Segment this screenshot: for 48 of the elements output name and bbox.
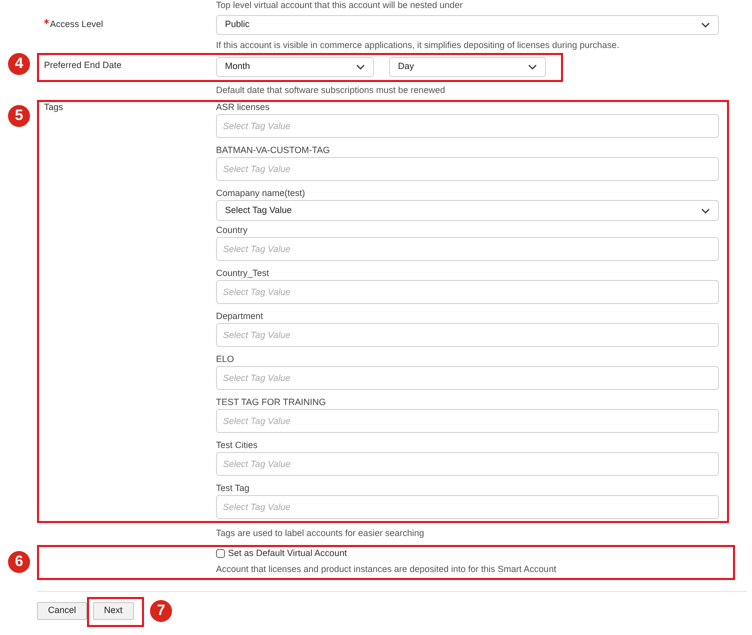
tag-label: Department bbox=[216, 310, 264, 323]
chevron-down-icon bbox=[701, 22, 710, 28]
help-text: If this account is visible in commerce applications, it simplifies depositing of licenses during purchase. bbox=[216, 39, 620, 51]
help-text: Tags are used to label accounts for easier searching bbox=[216, 527, 426, 539]
select-value: Public bbox=[225, 18, 250, 32]
cancel-button[interactable]: Cancel bbox=[37, 602, 88, 620]
select-field[interactable]: Day bbox=[389, 57, 546, 77]
tag-label: Country bbox=[216, 224, 249, 237]
field-label: Preferred End Date bbox=[44, 59, 123, 71]
tag-input-field[interactable]: Select Tag Value bbox=[216, 495, 719, 519]
tag-input-field[interactable]: Select Tag Value bbox=[216, 366, 719, 390]
field-label: Access Level bbox=[50, 18, 104, 30]
chevron-down-icon bbox=[701, 208, 710, 214]
tag-input-field[interactable]: Select Tag Value bbox=[216, 157, 719, 181]
select-field[interactable]: Select Tag Value bbox=[216, 200, 719, 221]
help-text: Account that licenses and product instances are deposited into for this Smart Account bbox=[216, 563, 558, 575]
select-value: Select Tag Value bbox=[225, 204, 292, 217]
callout-badge: 6 bbox=[8, 551, 30, 573]
tag-input-field[interactable]: Select Tag Value bbox=[216, 323, 719, 347]
checkbox-label: Set as Default Virtual Account bbox=[228, 547, 347, 559]
checkbox[interactable] bbox=[216, 548, 225, 558]
help-text: Top level virtual account that this account will be nested under bbox=[216, 0, 464, 11]
tag-label: Country_Test bbox=[216, 267, 270, 280]
chevron-down-icon bbox=[356, 64, 365, 70]
tag-label: ELO bbox=[216, 353, 236, 366]
tag-label: Test Cities bbox=[216, 439, 259, 452]
tag-label: BATMAN-VA-CUSTOM-TAG bbox=[216, 144, 331, 157]
tag-input-field[interactable]: Select Tag Value bbox=[216, 452, 719, 476]
select-value: Month bbox=[225, 60, 250, 74]
select-field[interactable]: Public bbox=[216, 15, 719, 35]
chevron-down-icon bbox=[528, 64, 537, 70]
tag-label: Comapany name(test) bbox=[216, 187, 306, 200]
highlight-frame bbox=[87, 597, 144, 627]
tag-input-field[interactable]: Select Tag Value bbox=[216, 237, 719, 261]
tag-label: ASR licenses bbox=[216, 101, 271, 114]
next-button[interactable]: Next bbox=[93, 602, 134, 620]
tag-label: Test Tag bbox=[216, 482, 250, 495]
tag-input-field[interactable]: Select Tag Value bbox=[216, 409, 719, 433]
callout-badge: 7 bbox=[150, 600, 172, 622]
callout-badge: 4 bbox=[8, 53, 30, 75]
tag-input-field[interactable]: Select Tag Value bbox=[216, 114, 719, 138]
select-field[interactable]: Month bbox=[216, 57, 374, 77]
tag-label: TEST TAG FOR TRAINING bbox=[216, 396, 327, 409]
callout-badge: 5 bbox=[8, 105, 30, 127]
field-label: Tags bbox=[44, 101, 64, 113]
tag-input-field[interactable]: Select Tag Value bbox=[216, 280, 719, 304]
help-text: Default date that software subscriptions must be renewed bbox=[216, 84, 446, 96]
select-value: Day bbox=[398, 60, 414, 74]
